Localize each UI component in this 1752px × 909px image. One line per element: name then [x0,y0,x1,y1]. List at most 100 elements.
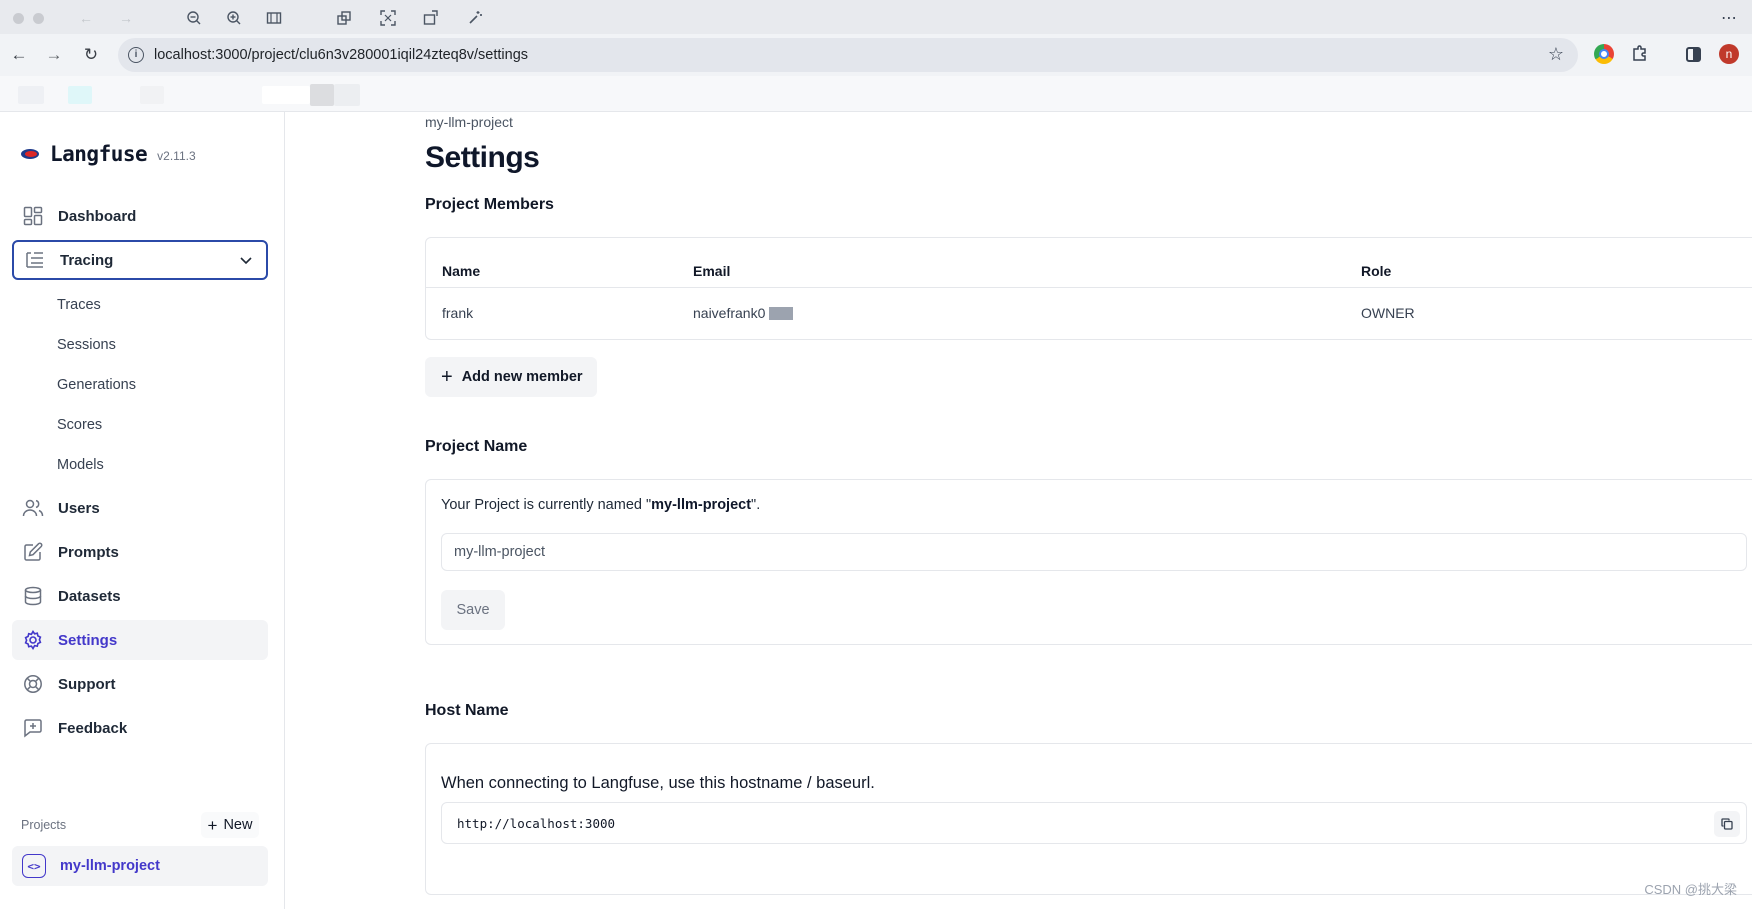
sidebar-item-tracing[interactable]: Tracing [12,240,268,280]
reload-icon[interactable]: ↻ [80,44,102,66]
copy-icon[interactable] [1714,811,1740,837]
sidebar-item-support[interactable]: Support [12,664,268,704]
host-description: When connecting to Langfuse, use this ho… [441,774,875,792]
sidebar-item-label: Support [58,675,116,693]
breadcrumb[interactable]: my-llm-project [425,114,513,130]
sidebar-item-settings[interactable]: Settings [12,620,268,660]
sidebar-subitem-generations[interactable]: Generations [57,377,136,393]
project-name-description: Your Project is currently named "my-llm-… [441,497,761,513]
langfuse-logo-icon [20,147,42,161]
bookmark-star-icon[interactable]: ☆ [1548,44,1564,65]
app-version: v2.11.3 [157,148,196,163]
new-project-button[interactable]: + New [201,812,259,838]
sidebar-subitem-models[interactable]: Models [57,457,104,473]
extension-chrome-icon[interactable] [1594,44,1614,64]
profile-avatar[interactable]: n [1719,44,1739,64]
host-value[interactable]: http://localhost:3000 [457,816,615,831]
prompts-icon [22,541,44,563]
window-tile-icon[interactable] [336,10,352,26]
plus-icon: + [441,366,453,388]
url-text[interactable]: localhost:3000/project/clu6n3v280001iqil… [154,47,528,63]
address-bar[interactable]: i localhost:3000/project/clu6n3v280001iq… [118,38,1578,72]
bookmark-item[interactable] [334,84,360,106]
bookmark-item[interactable] [140,86,164,104]
member-name: frank [442,305,474,321]
redaction-block [769,307,794,320]
members-table: Name Email Role frank naivefrank0 OWNER [425,237,1752,340]
page-title: Settings [425,141,540,174]
project-name-input[interactable] [441,533,1747,571]
back-icon[interactable]: ← [8,44,30,66]
support-icon [22,673,44,695]
more-options-icon[interactable]: ⋯ [1721,8,1738,28]
datasets-icon [22,585,44,607]
rotate-icon[interactable] [423,10,439,26]
host-value-box: http://localhost:3000 [441,802,1747,844]
table-divider [426,287,1752,288]
sidebar-item-label: Datasets [58,587,121,605]
project-item-label: my-llm-project [60,858,160,874]
sidebar-item-label: Dashboard [58,207,137,225]
sidebar-item-users[interactable]: Users [12,488,268,528]
bookmarks-bar [0,76,1752,112]
sidebar-subitem-scores[interactable]: Scores [57,417,102,433]
host-name-card: When connecting to Langfuse, use this ho… [425,743,1752,895]
browser-titlebar: ← → ⋯ [0,0,1752,34]
member-role: OWNER [1361,305,1415,321]
users-icon [22,497,44,519]
sidebar-subitem-traces[interactable]: Traces [57,297,101,313]
sidebar: Langfuse v2.11.3 Dashboard Tracing Trace… [0,112,285,909]
app-name: Langfuse [50,142,148,166]
window-close-button[interactable] [13,13,24,24]
code-icon: <> [22,854,46,878]
member-email-cell: naivefrank0 [693,305,794,321]
fit-window-icon[interactable] [266,10,282,26]
dashboard-icon [22,205,44,227]
project-name-heading: Project Name [425,438,528,455]
magic-wand-icon[interactable] [467,10,483,26]
column-header-role: Role [1361,263,1392,279]
host-name-heading: Host Name [425,702,509,719]
bookmark-item[interactable] [310,84,334,106]
forward-icon[interactable]: → [43,44,65,66]
forward-icon[interactable]: → [118,10,134,26]
plus-icon: + [207,815,218,835]
bookmark-item[interactable] [262,86,310,104]
project-item-current[interactable]: <> my-llm-project [12,846,268,886]
sidebar-item-datasets[interactable]: Datasets [12,576,268,616]
add-new-member-button[interactable]: + Add new member [425,357,597,397]
member-email: naivefrank0 [693,305,766,321]
sidebar-item-feedback[interactable]: Feedback [12,708,268,748]
site-info-icon[interactable]: i [128,47,144,63]
sidebar-item-label: Users [58,499,100,517]
window-minimize-button[interactable] [33,13,44,24]
column-header-email: Email [693,263,731,279]
sidebar-subitem-sessions[interactable]: Sessions [57,337,116,353]
side-panel-icon[interactable] [1686,47,1701,62]
add-member-label: Add new member [461,369,583,385]
gear-icon [22,629,44,651]
current-project-name: my-llm-project [651,497,752,513]
extensions-puzzle-icon[interactable] [1630,44,1650,64]
main-content: my-llm-project Settings Project Members … [286,112,1752,909]
browser-toolbar: ← → ↻ i localhost:3000/project/clu6n3v28… [0,34,1752,76]
new-project-label: New [223,817,253,833]
chevron-down-icon[interactable] [238,252,254,273]
sidebar-item-label: Feedback [58,719,128,737]
screenshot-icon[interactable] [380,10,396,26]
sidebar-item-dashboard[interactable]: Dashboard [12,196,268,236]
sidebar-item-label: Settings [58,631,118,649]
projects-heading: Projects [21,818,67,832]
bookmark-item[interactable] [18,86,44,104]
sidebar-item-label: Prompts [58,543,119,561]
zoom-in-icon[interactable] [226,10,242,26]
column-header-name: Name [442,263,481,279]
zoom-out-icon[interactable] [186,10,202,26]
back-icon[interactable]: ← [78,10,94,26]
sidebar-item-label: Tracing [60,251,114,269]
app-logo[interactable]: Langfuse v2.11.3 [20,142,196,166]
bookmark-item[interactable] [68,86,92,104]
project-name-card: Your Project is currently named "my-llm-… [425,479,1752,645]
save-button[interactable]: Save [441,590,505,630]
sidebar-item-prompts[interactable]: Prompts [12,532,268,572]
